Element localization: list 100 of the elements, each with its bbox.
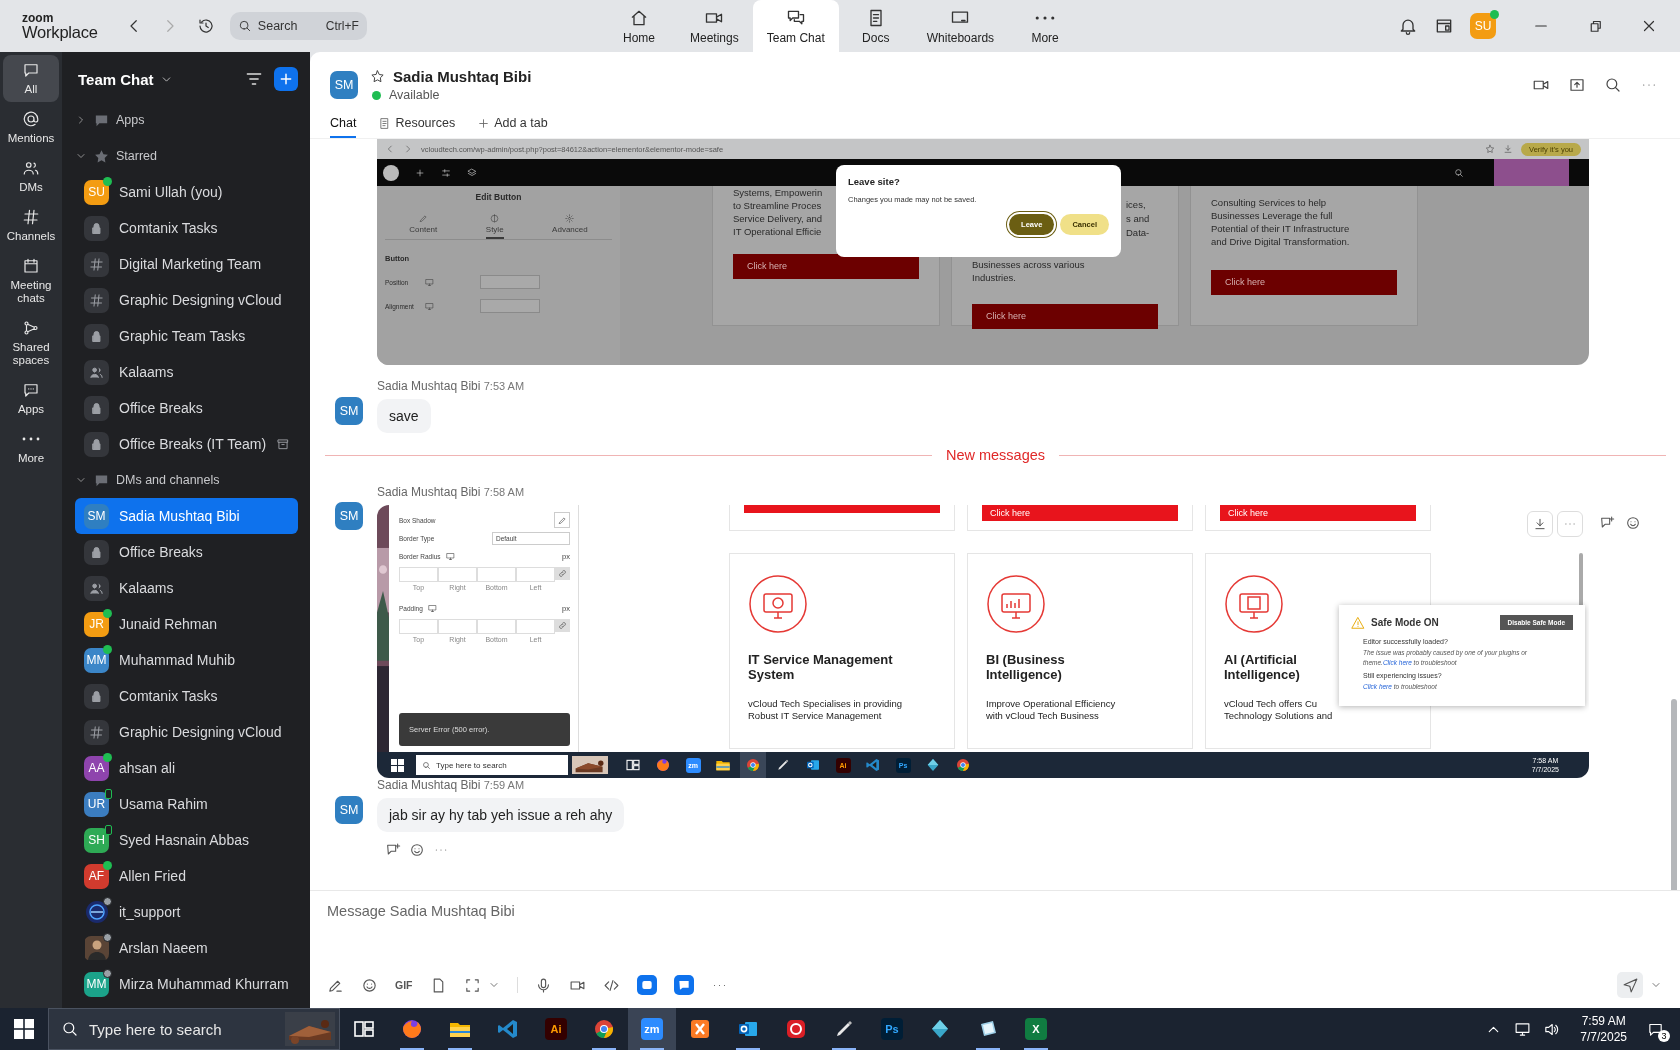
chat-tab[interactable]: Resources [378, 110, 456, 138]
message-bubble: save [377, 399, 431, 433]
section-header[interactable]: Starred [75, 138, 298, 174]
section-header[interactable]: DMs and channels [75, 462, 298, 498]
rail-item[interactable]: Mentions [3, 104, 59, 151]
nav-tab[interactable]: Meetings [676, 0, 753, 52]
search-placeholder: Type here to search [89, 1020, 222, 1038]
avatar: MM [84, 971, 109, 997]
nav-tab[interactable]: More [1008, 0, 1083, 52]
star-icon [93, 147, 110, 165]
plus-icon [278, 71, 294, 87]
sidebar-item[interactable]: AF Allen Fried [75, 858, 298, 894]
message-input[interactable]: Message Sadia Mushtaq Bibi [327, 901, 1662, 919]
share-screen-icon[interactable] [1568, 76, 1586, 94]
emoji-icon[interactable] [361, 976, 378, 994]
network-icon[interactable] [1514, 1020, 1532, 1038]
rail-item[interactable]: Meeting chats [3, 251, 59, 311]
app-icon[interactable]: X [1025, 1018, 1047, 1040]
start-button[interactable] [14, 1019, 34, 1039]
reply-icon[interactable] [1599, 515, 1615, 531]
app-icon [745, 757, 761, 773]
at-sign-icon [22, 110, 40, 128]
rail-item[interactable]: All [3, 55, 59, 102]
monitor-icon [427, 603, 437, 613]
nav-tab[interactable]: Whiteboards [912, 0, 1009, 52]
sidebar-item[interactable]: SU Sami Ullah (you) [75, 174, 298, 210]
sidebar-item[interactable]: Comtanix Tasks [75, 210, 298, 246]
screenshot-icon[interactable] [463, 976, 481, 994]
search-field[interactable]: Search Ctrl+F [229, 12, 367, 40]
app-icon[interactable]: Ps [881, 1018, 903, 1040]
people-icon [84, 575, 109, 601]
sidebar-item[interactable]: Graphic Team Tasks [75, 318, 298, 354]
sidebar-item[interactable]: Arslan Naeem [75, 930, 298, 966]
rail-item[interactable]: More [3, 424, 59, 471]
sidebar-item[interactable]: Comtanix Tasks [75, 678, 298, 714]
contact-name: Sadia Mushtaq Bibi [393, 68, 532, 85]
app-icon[interactable] [592, 1017, 616, 1041]
gif-button[interactable]: GIF [395, 979, 413, 991]
section-header[interactable]: Apps [75, 102, 298, 138]
rail-item[interactable]: Shared spaces [3, 313, 59, 373]
sidebar-item[interactable]: SH Syed Hasnain Abbas [75, 822, 298, 858]
emoji-icon[interactable] [1625, 515, 1641, 531]
card-text: s and [1126, 212, 1150, 226]
card-text: Industries. [972, 271, 1016, 284]
sidebar-item[interactable]: Office Breaks [75, 534, 298, 570]
nav-tab[interactable]: Team Chat [752, 0, 839, 52]
taskbar-clock[interactable]: 7:59 AM 7/7/2025 [1580, 1013, 1627, 1045]
search-icon [422, 760, 431, 770]
nav-tab[interactable]: Home [602, 0, 676, 52]
app-icon[interactable] [688, 1017, 712, 1041]
sliders-icon [441, 167, 451, 178]
chip-monitor-icon [1224, 574, 1284, 634]
sidebar-item[interactable]: Digital Marketing Team [75, 246, 298, 282]
sidebar-item[interactable]: MM Mirza Muhammad Khurram [75, 966, 298, 1002]
sidebar-item[interactable]: Kalaams [75, 354, 298, 390]
sidebar-item[interactable]: AA ahsan ali [75, 750, 298, 786]
taskbar-search-field[interactable]: Type here to search [48, 1008, 340, 1050]
card-title: BI (Business Intelligence) [986, 652, 1066, 682]
sender-avatar: SM [335, 397, 363, 425]
history-icon[interactable] [196, 17, 215, 35]
rail-item[interactable]: DMs [3, 153, 59, 200]
lock-icon [84, 539, 109, 565]
team-chat-menu[interactable]: Team Chat [75, 70, 173, 88]
reply-icon[interactable] [385, 842, 401, 858]
sender-avatar: SM [335, 502, 363, 530]
segmented-control [480, 299, 540, 313]
screenshot-image[interactable] [377, 139, 1589, 365]
sidebar-item[interactable]: JR Junaid Rehman [75, 606, 298, 642]
avatar: MM [84, 647, 109, 673]
sidebar-item[interactable]: SM Sadia Mushtaq Bibi [75, 498, 298, 534]
message-meta: Sadia Mushtaq Bibi 7:59 AM [377, 778, 526, 792]
input-field [438, 567, 477, 582]
gear-icon [565, 214, 575, 223]
windows-logo-icon [391, 758, 404, 772]
sidebar-item[interactable]: Graphic Designing vCloud [75, 282, 298, 318]
contrast-icon [490, 214, 500, 223]
rail-item[interactable]: Apps [3, 375, 59, 422]
chat-tab[interactable]: Chat [330, 110, 357, 138]
app-icon[interactable] [784, 1017, 808, 1041]
sidebar-item[interactable]: Graphic Designing vCloud [75, 714, 298, 750]
sidebar-item[interactable]: Office Breaks (IT Team) [75, 426, 298, 462]
emoji-icon[interactable] [409, 842, 425, 858]
nav-tab[interactable]: Docs [838, 0, 913, 52]
search-icon[interactable] [1604, 76, 1622, 94]
sidebar-item[interactable]: Kalaams [75, 570, 298, 606]
new-chat-button[interactable] [274, 67, 298, 91]
rail-item[interactable]: Channels [3, 202, 59, 249]
sidebar-item[interactable]: MM Muhammad Muhib [75, 642, 298, 678]
sidebar-item[interactable]: Office Breaks [75, 390, 298, 426]
star-icon[interactable] [370, 69, 385, 84]
chat-tab[interactable]: Add a tab [477, 110, 548, 138]
app-icon[interactable]: Ai [545, 1018, 567, 1040]
sidebar-item[interactable]: it_support [75, 894, 298, 930]
card-text: with vCloud Tech Business [986, 710, 1099, 722]
people-icon [84, 359, 109, 385]
app-icon[interactable] [400, 1017, 424, 1041]
forward-icon [403, 144, 413, 154]
download-button[interactable] [1527, 511, 1553, 537]
send-button[interactable] [1617, 972, 1643, 998]
sidebar-item[interactable]: UR Usama Rahim [75, 786, 298, 822]
